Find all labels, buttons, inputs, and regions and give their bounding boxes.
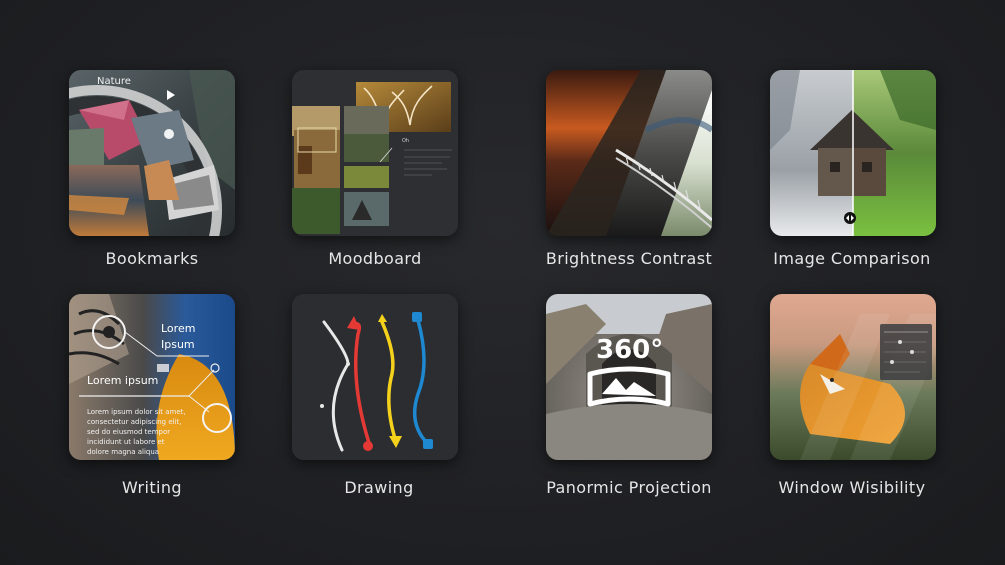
app-label-bookmarks: Bookmarks [105, 249, 199, 268]
panoramic-projection-icon: 360° [546, 294, 712, 460]
app-tile-brightness-contrast[interactable] [546, 70, 712, 236]
app-label-panoramic-projection: Panormic Projection [546, 478, 712, 497]
image-comparison-icon [770, 70, 936, 236]
window-visibility-icon [770, 294, 936, 460]
writing-overlay-text-1: Lorem [161, 322, 195, 335]
svg-text:Oh: Oh [402, 138, 409, 144]
writing-overlay-text-3: Lorem ipsum [87, 374, 158, 387]
writing-body-line-2: consectetur adipiscing elit, [87, 418, 181, 426]
app-tile-drawing[interactable] [292, 294, 458, 460]
app-label-brightness-contrast: Brightness Contrast [545, 249, 713, 268]
brightness-contrast-icon [546, 70, 712, 236]
app-tile-bookmarks[interactable]: Nature [69, 70, 235, 236]
app-label-writing: Writing [122, 478, 182, 497]
moodboard-icon: Oh [292, 70, 458, 236]
app-tile-moodboard[interactable]: Oh [292, 70, 458, 236]
writing-overlay-text-2: Ipsum [161, 338, 195, 351]
app-tile-image-comparison[interactable] [770, 70, 936, 236]
writing-body-line-1: Lorem ipsum dolor sit amet, [87, 408, 186, 416]
app-tile-window-visibility[interactable] [770, 294, 936, 460]
app-label-drawing: Drawing [344, 478, 414, 497]
app-tile-panoramic-projection[interactable]: 360° [546, 294, 712, 460]
app-label-window-visibility: Window Wisibility [778, 478, 926, 497]
bookmarks-icon: Nature [69, 70, 235, 236]
app-label-image-comparison: Image Comparison [773, 249, 931, 268]
writing-body-line-4: incididunt ut labore et [87, 438, 165, 446]
panoramic-overlay-text: 360° [596, 335, 663, 365]
writing-body-line-5: dolore magna aliqua [87, 448, 159, 456]
writing-body-line-3: sed do eiusmod tempor [87, 428, 170, 436]
app-label-moodboard: Moodboard [328, 249, 422, 268]
bookmarks-overlay-text: Nature [97, 76, 131, 87]
app-tile-writing[interactable]: Lorem Ipsum Lorem ipsum Lorem ipsum dolo… [69, 294, 235, 460]
drawing-icon [292, 294, 458, 460]
writing-icon: Lorem Ipsum Lorem ipsum Lorem ipsum dolo… [69, 294, 235, 460]
